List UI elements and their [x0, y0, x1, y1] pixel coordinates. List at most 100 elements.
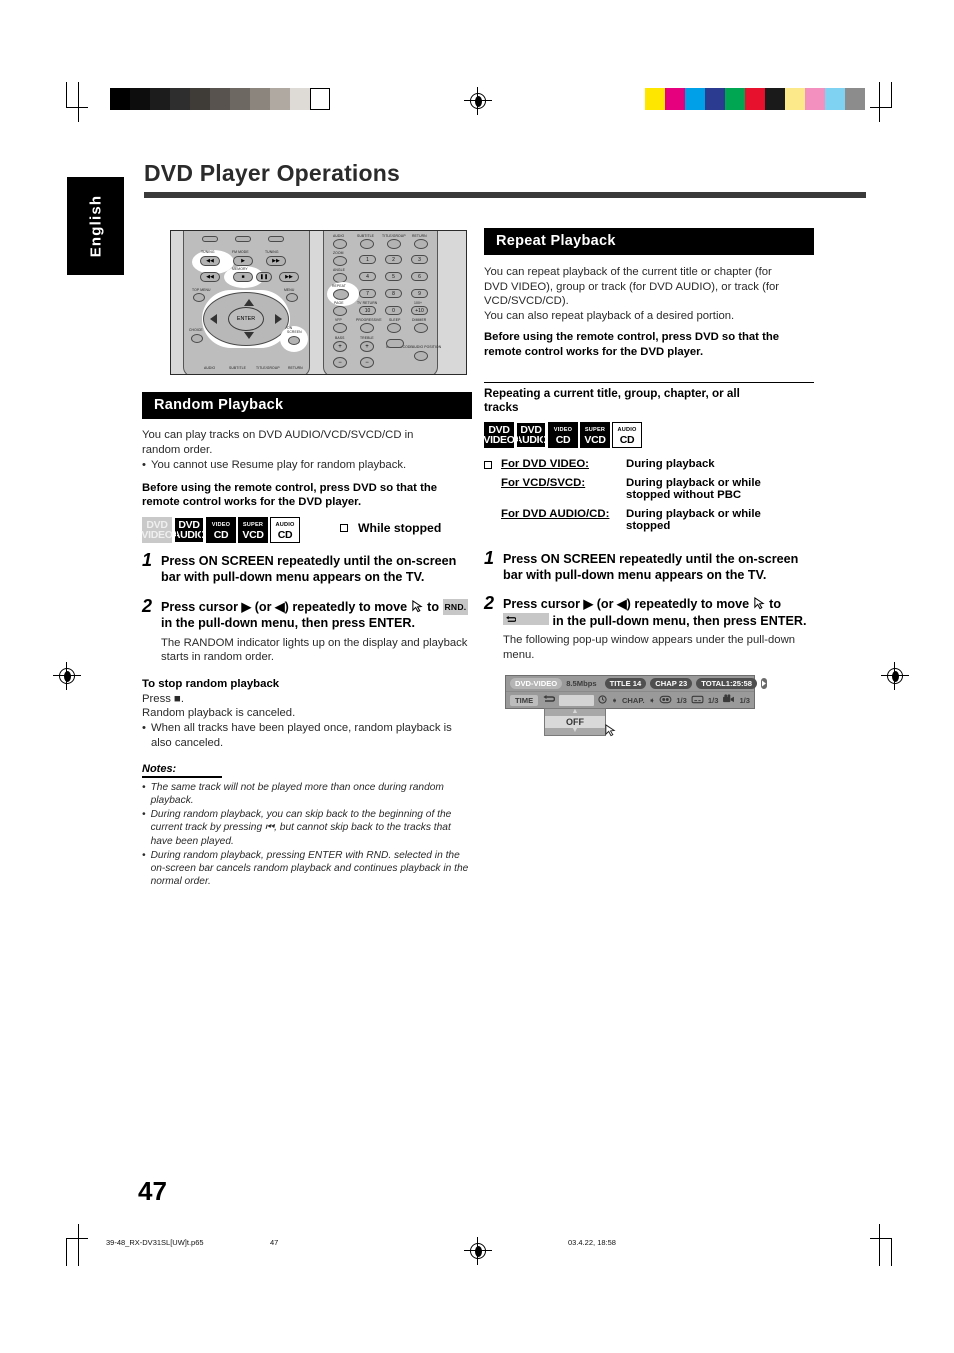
remote-dpad[interactable]: ENTER — [203, 292, 289, 346]
remote-label-repeat: REPEAT — [332, 284, 346, 288]
repeat-step-1: 1 Press ON SCREEN repeatedly until the o… — [484, 547, 814, 584]
right-column: Repeat Playback You can repeat playback … — [483, 228, 814, 737]
remote-button-subtitle[interactable] — [360, 239, 374, 249]
remote-number-9[interactable]: 9 — [411, 289, 428, 298]
osd-clock-icon[interactable] — [598, 695, 607, 706]
remote-button-page[interactable] — [333, 306, 347, 316]
remote-number-3[interactable]: 3 — [411, 255, 428, 264]
remote-number-6[interactable]: 6 — [411, 272, 428, 281]
remote-button-stop[interactable]: ■ — [233, 272, 253, 282]
osd-repeat-icon[interactable] — [542, 694, 556, 706]
gray-swatch-4 — [190, 88, 210, 110]
remote-button-top-menu[interactable] — [193, 293, 205, 302]
remote-button-treble-plus[interactable]: + — [360, 341, 374, 352]
remote-button-sleep[interactable] — [387, 323, 401, 333]
remote-button-forward[interactable]: ▶▶ — [279, 272, 299, 282]
remote-button-vfp[interactable] — [333, 323, 347, 333]
remote-button-choice[interactable] — [191, 334, 203, 343]
remote-number-plus10[interactable]: +10 — [411, 306, 428, 315]
remote-number-5[interactable]: 5 — [385, 272, 402, 281]
remote-button-title-group[interactable] — [387, 239, 401, 249]
color-swatch-3 — [705, 88, 725, 110]
remote-button-audio[interactable] — [333, 239, 347, 249]
disc-badge-video-cd: VIDEO CD — [206, 516, 236, 543]
repeat-intro-line1: You can repeat playback of the current t… — [484, 266, 772, 278]
osd-time-label[interactable]: TIME — [510, 694, 539, 706]
remote-label-vfp: VFP — [335, 318, 342, 322]
random-step-1-text: Press ON SCREEN repeatedly until the on-… — [161, 553, 457, 585]
random-disc-badges: DVD VIDEO DVD AUDIO VIDEO CD SUPER VCD AUDIO CD — [141, 516, 300, 543]
stop-random-line2: Random playback is canceled. — [142, 707, 296, 720]
popup-cursor-arrow-icon — [605, 724, 616, 737]
remote-button-tuning-down[interactable]: ◀◀ — [200, 256, 220, 266]
disc-badge-dvd-audio: DVD AUDIO — [172, 516, 206, 543]
osd-popup-window[interactable]: ▲ OFF ▼ — [544, 708, 616, 737]
remote-number-10[interactable]: 10 — [359, 306, 376, 315]
bullet-icon: • — [142, 809, 146, 821]
remote-button-bass-minus[interactable]: − — [333, 357, 347, 368]
repeat-mode-chip[interactable] — [503, 612, 549, 625]
repeat-intro: You can repeat playback of the current t… — [484, 265, 814, 323]
remote-number-7[interactable]: 7 — [359, 289, 376, 298]
osd-audio-icon[interactable] — [659, 695, 672, 706]
rnd-chip[interactable]: RND. — [442, 598, 469, 616]
page-title: DVD Player Operations — [144, 160, 401, 186]
color-calibration-bar — [645, 88, 865, 110]
random-warning-line1: Before using the remote control, press D… — [142, 481, 438, 494]
color-swatch-5 — [745, 88, 765, 110]
remote-button-rewind[interactable]: ◀◀ — [200, 272, 220, 282]
remote-button-audio-position[interactable] — [414, 351, 428, 361]
remote-button-enter[interactable]: ENTER — [228, 307, 264, 331]
note-text: During random playback, pressing ENTER w… — [150, 849, 469, 887]
remote-button-pause[interactable]: ❚❚ — [256, 272, 272, 282]
dpad-right-icon — [275, 314, 282, 324]
random-step-2-sub: The RANDOM indicator lights up on the di… — [161, 636, 468, 664]
disc-badge-audio-cd: AUDIO CD — [612, 421, 642, 448]
remote-button-return[interactable] — [414, 239, 428, 249]
random-step-2-text-b: to — [427, 599, 440, 614]
registration-mark-bottom — [464, 1237, 492, 1265]
osd-chap-label[interactable]: CHAP. — [622, 696, 645, 705]
osd-subtitle-value: 1/3 — [707, 695, 719, 705]
remote-button-tuning-up[interactable]: ▶▶ — [266, 256, 286, 266]
remote-control-illustration: TUNING FM MODE TUNING ◀◀ ▶ ▶▶ MEMORY ◀◀ … — [170, 230, 467, 375]
random-step-1: 1 Press ON SCREEN repeatedly until the o… — [142, 551, 472, 586]
remote-button-menu[interactable] — [286, 293, 298, 302]
remote-button-play[interactable]: ▶ — [233, 256, 253, 266]
osd-value-field[interactable] — [559, 694, 595, 706]
remote-label-bass: BASS — [335, 336, 345, 340]
remote-label-audio-position: AUDIO POSITION — [412, 345, 442, 349]
page-number: 47 — [138, 1176, 167, 1206]
remote-number-2[interactable]: 2 — [385, 255, 402, 264]
remote-button-zoom[interactable] — [333, 256, 347, 266]
popup-up-arrow-icon[interactable]: ▲ — [545, 708, 605, 716]
remote-number-0[interactable]: 0 — [385, 306, 402, 315]
notes-title: Notes: — [142, 763, 177, 776]
remote-button-repeat[interactable] — [333, 289, 349, 300]
popup-down-arrow-icon[interactable]: ▼ — [545, 727, 605, 735]
remote-number-8[interactable]: 8 — [385, 289, 402, 298]
repeat-step-1-number: 1 — [484, 547, 495, 568]
on-screen-bar-graphic: DVD-VIDEO 8.5Mbps TITLE 14 CHAP 23 TOTAL… — [505, 675, 767, 737]
remote-button-bass-plus[interactable]: + — [333, 341, 347, 352]
repeat-conditions: For DVD VIDEO: During playback For VCD/SVC… — [501, 458, 814, 539]
osd-angle-icon[interactable] — [722, 694, 735, 706]
remote-button-dimmer[interactable] — [414, 323, 428, 333]
note-item: • The same track will not be played more … — [142, 781, 472, 807]
left-column: Random Playback You can play tracks on D… — [141, 392, 472, 889]
osd-row-top: DVD-VIDEO 8.5Mbps TITLE 14 CHAP 23 TOTAL… — [506, 676, 767, 691]
disc-badge-audio-cd: AUDIO CD — [270, 516, 300, 543]
remote-button-input[interactable] — [386, 339, 404, 348]
repeat-warning-line1: Before using the remote control, press D… — [484, 331, 780, 344]
remote-label-progressive: PROGRESSIVE — [356, 318, 382, 322]
remote-button-treble-minus[interactable]: − — [360, 357, 374, 368]
stop-random-bullet: • When all tracks have been played once,… — [142, 721, 472, 750]
remote-button-progressive[interactable] — [360, 323, 374, 333]
repeat-step-2-text-b: to — [769, 597, 782, 612]
remote-button-on-screen[interactable] — [288, 336, 300, 345]
remote-number-4[interactable]: 4 — [359, 272, 376, 281]
remote-number-1[interactable]: 1 — [359, 255, 376, 264]
dpad-left-icon — [210, 314, 217, 324]
repeat-intro-line3: VCD/SVCD/CD). — [484, 295, 569, 308]
osd-subtitle-icon[interactable] — [691, 695, 704, 706]
